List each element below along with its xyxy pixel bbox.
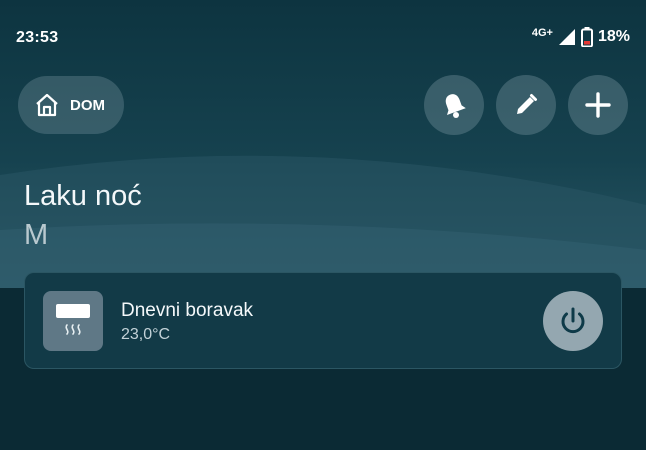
device-icon-box xyxy=(43,291,103,351)
device-temperature: 23,0°C xyxy=(121,326,171,343)
battery-low-icon xyxy=(580,27,593,47)
user-name: M xyxy=(24,219,49,251)
network-type: 4G+ xyxy=(531,27,553,39)
bell-icon xyxy=(445,94,466,118)
add-button[interactable] xyxy=(568,75,628,135)
plus-icon xyxy=(585,92,611,118)
house-icon xyxy=(36,93,58,117)
edit-button[interactable] xyxy=(496,75,556,135)
power-button[interactable] xyxy=(543,291,603,351)
power-icon xyxy=(561,307,585,334)
status-indicators: 4G+ 18% xyxy=(532,27,630,47)
device-name: Dnevni boravak xyxy=(121,300,254,321)
greeting-text: Laku noć xyxy=(24,180,142,212)
status-time: 23:53 xyxy=(16,29,59,46)
notifications-button[interactable] xyxy=(424,75,484,135)
signal-icon xyxy=(558,29,575,45)
device-card[interactable]: Dnevni boravak 23,0°C xyxy=(24,272,622,369)
battery-percentage: 18% xyxy=(597,28,630,45)
home-selector-button[interactable]: DOM xyxy=(18,76,124,134)
status-bar: 23:53 4G+ 18% xyxy=(0,0,646,70)
air-conditioner-heat-icon xyxy=(56,304,90,335)
home-label: DOM xyxy=(70,96,105,114)
pencil-icon xyxy=(517,94,537,114)
